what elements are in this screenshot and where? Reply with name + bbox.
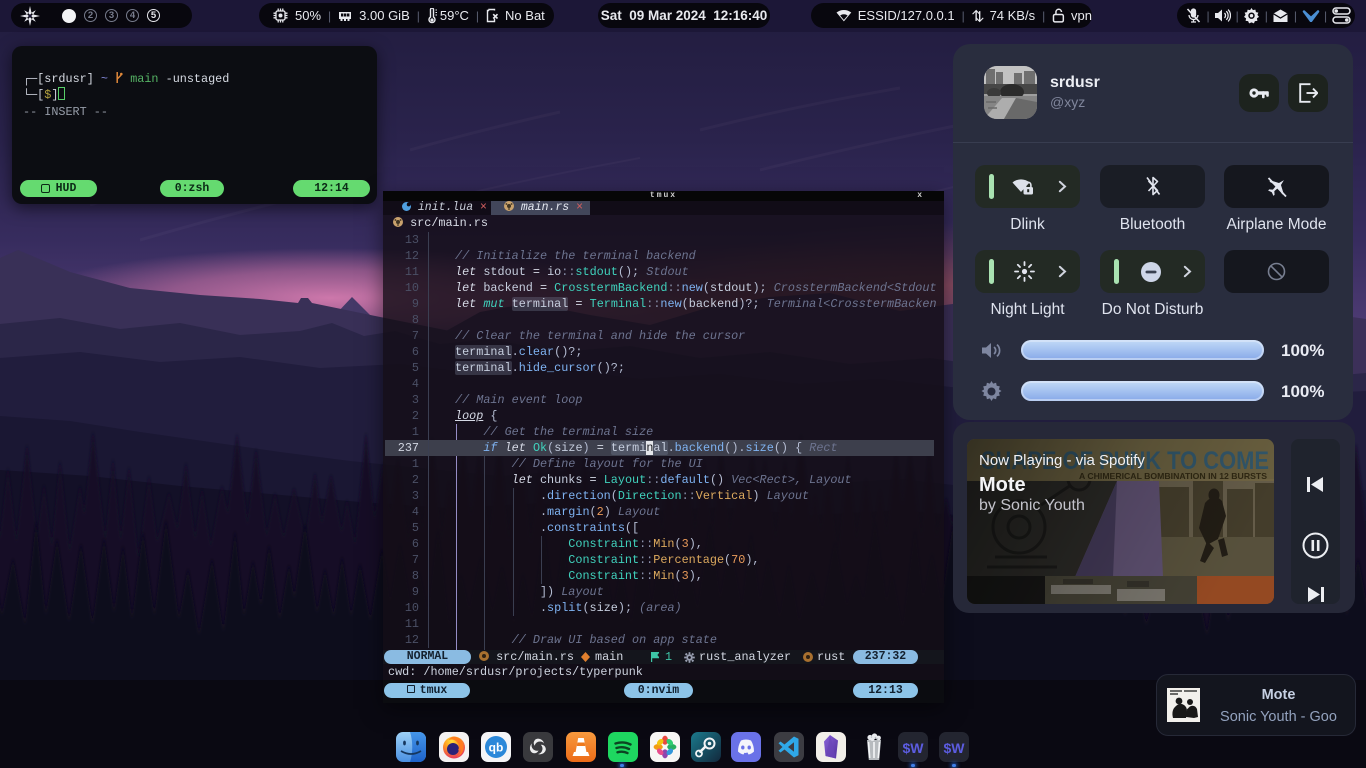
svg-text:$W: $W [902, 740, 924, 756]
svg-text:qb: qb [488, 741, 503, 755]
svg-text:$W: $W [943, 740, 965, 756]
